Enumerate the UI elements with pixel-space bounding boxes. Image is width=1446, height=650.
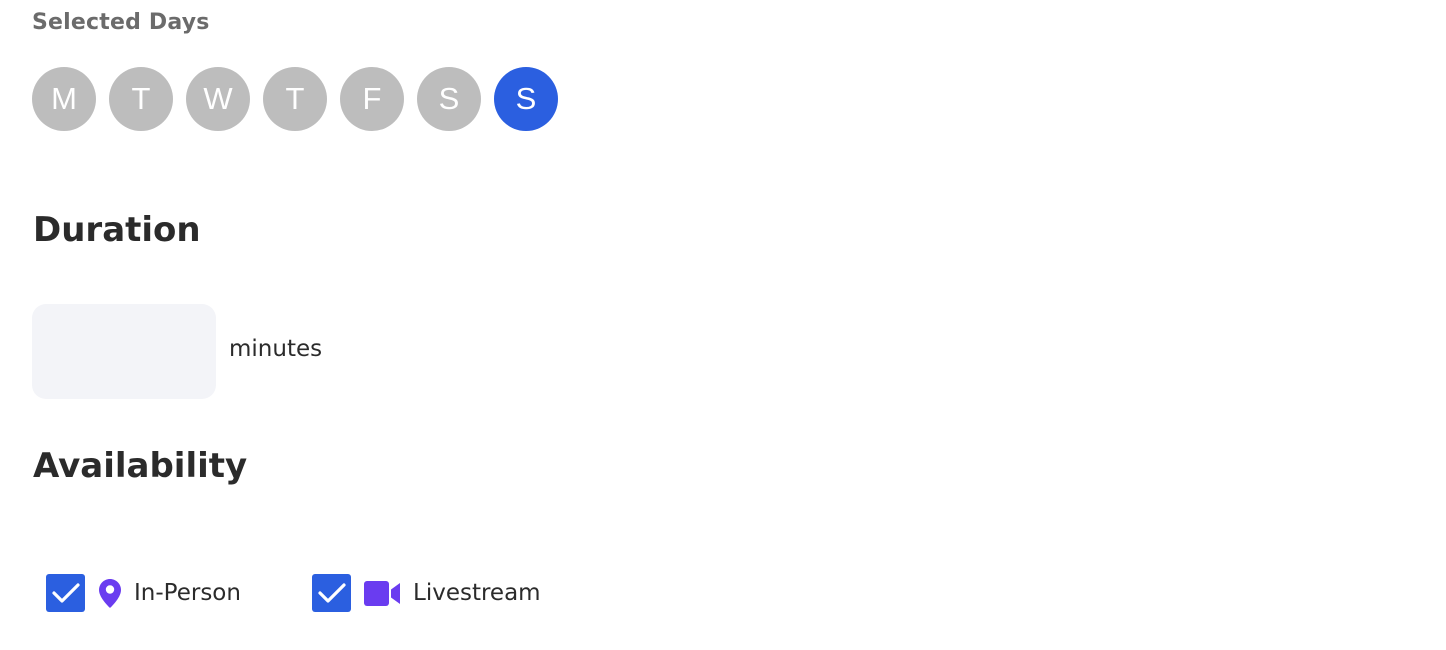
day-monday-button[interactable]: M (32, 67, 96, 131)
duration-unit-label: minutes (229, 336, 323, 362)
day-friday-button[interactable]: F (340, 67, 404, 131)
livestream-label: Livestream (413, 580, 541, 606)
checkmark-icon (51, 583, 80, 603)
day-thursday-button[interactable]: T (263, 67, 327, 131)
selected-days-label: Selected Days (32, 10, 210, 35)
livestream-checkbox[interactable] (312, 574, 351, 612)
in-person-option[interactable]: In-Person (46, 574, 241, 612)
in-person-label: In-Person (134, 580, 241, 606)
checkmark-icon (317, 583, 346, 603)
day-saturday-button[interactable]: S (417, 67, 481, 131)
location-pin-icon (98, 578, 122, 609)
in-person-checkbox[interactable] (46, 574, 85, 612)
livestream-option[interactable]: Livestream (312, 574, 541, 612)
duration-input[interactable] (32, 304, 216, 399)
duration-title: Duration (33, 210, 201, 250)
day-sunday-button[interactable]: S (494, 67, 558, 131)
availability-title: Availability (33, 446, 248, 486)
day-tuesday-button[interactable]: T (109, 67, 173, 131)
day-wednesday-button[interactable]: W (186, 67, 250, 131)
video-camera-icon (364, 580, 401, 606)
day-selector: M T W T F S S (32, 67, 558, 131)
